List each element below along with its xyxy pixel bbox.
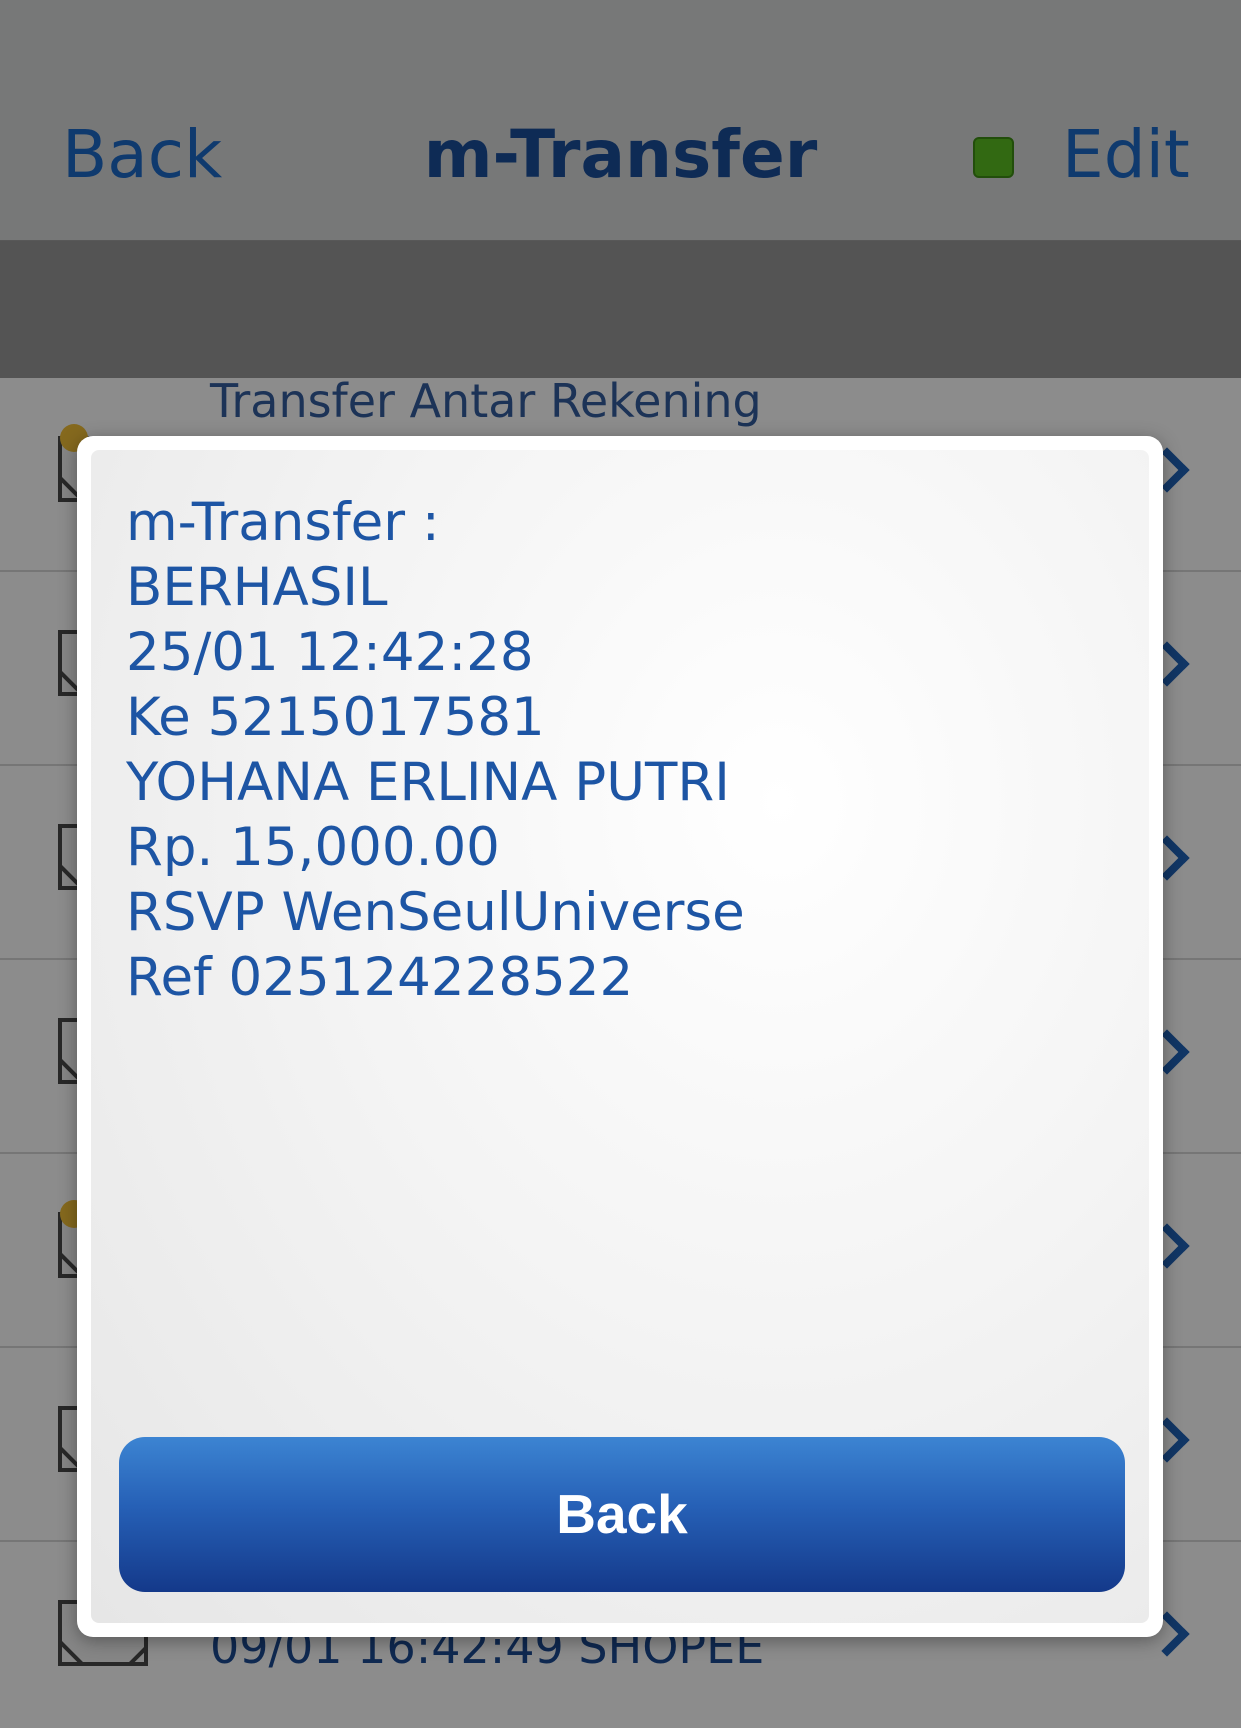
message-line-recipient: YOHANA ERLINA PUTRI	[126, 752, 730, 813]
message-line-note: RSVP WenSeulUniverse	[126, 882, 745, 943]
message-line-status: BERHASIL	[126, 557, 388, 618]
message-line-account: Ke 5215017581	[126, 687, 545, 748]
dialog-back-button[interactable]: Back	[119, 1437, 1125, 1592]
message-line-reference: Ref 025124228522	[126, 947, 634, 1008]
message-line-header: m-Transfer :	[126, 492, 440, 553]
transfer-result-message: m-Transfer : BERHASIL 25/01 12:42:28 Ke …	[126, 490, 745, 1010]
message-line-amount: Rp. 15,000.00	[126, 817, 500, 878]
message-line-datetime: 25/01 12:42:28	[126, 622, 534, 683]
